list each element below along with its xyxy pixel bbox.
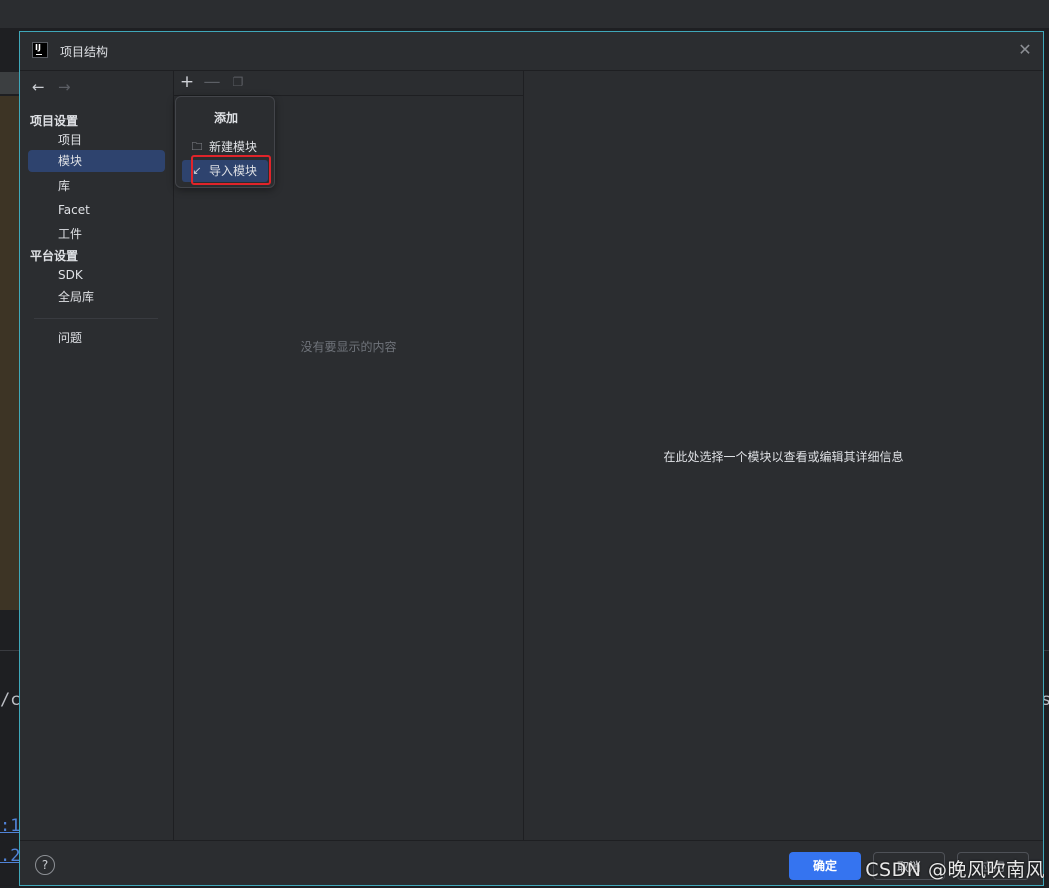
watermark: CSDN @晚风吹南风: [865, 859, 1045, 881]
nav-arrows: ← →: [32, 78, 84, 98]
detail-placeholder-text: 在此处选择一个模块以查看或编辑其详细信息: [663, 450, 904, 464]
minus-icon[interactable]: —: [202, 72, 222, 92]
popup-title: 添加: [213, 111, 238, 125]
ide-link-fragment-2[interactable]: .2: [0, 846, 20, 866]
highlight-annotation-box: [191, 155, 271, 185]
help-icon[interactable]: ?: [35, 855, 55, 875]
sidebar-item-libraries[interactable]: 库: [28, 175, 165, 197]
intellij-app-icon: IJ: [32, 42, 48, 58]
sidebar-separator: [34, 318, 158, 319]
ok-button[interactable]: 确定: [789, 852, 861, 880]
plus-icon[interactable]: +: [177, 72, 197, 92]
close-icon[interactable]: ✕: [1015, 40, 1035, 60]
platform-settings-header: 平台设置: [30, 249, 79, 263]
empty-list-text: 没有要显示的内容: [300, 340, 397, 354]
copy-icon[interactable]: ❐: [228, 72, 248, 92]
ide-left-strip: [0, 72, 20, 94]
back-arrow-icon[interactable]: ←: [32, 78, 52, 96]
sidebar-item-sdk[interactable]: SDK: [28, 264, 165, 286]
project-structure-dialog: IJ 项目结构 ✕ ← → 项目设置 项目 模块 库 Facet 工件 平台设置 …: [19, 31, 1044, 886]
sidebar-item-global-libraries[interactable]: 全局库: [28, 286, 165, 308]
ide-code-fragment: /c: [0, 690, 21, 710]
ide-editor-background: [0, 96, 20, 610]
dialog-title: 项目结构: [60, 45, 109, 59]
project-settings-header: 项目设置: [30, 114, 79, 128]
ide-top-bar: [0, 0, 1049, 29]
settings-sidebar: ← → 项目设置 项目 模块 库 Facet 工件 平台设置 SDK 全局库 问题: [20, 70, 174, 840]
ide-link-fragment-1[interactable]: :1: [0, 816, 20, 836]
sidebar-item-artifacts[interactable]: 工件: [28, 223, 165, 245]
sidebar-item-problems[interactable]: 问题: [28, 327, 165, 349]
forward-arrow-icon[interactable]: →: [58, 78, 78, 96]
sidebar-item-project[interactable]: 项目: [28, 129, 165, 151]
dialog-titlebar: IJ 项目结构 ✕: [20, 32, 1043, 71]
sidebar-item-facets[interactable]: Facet: [28, 199, 165, 221]
sidebar-item-modules[interactable]: 模块: [28, 150, 165, 172]
module-detail-panel: 在此处选择一个模块以查看或编辑其详细信息: [524, 70, 1043, 840]
module-toolbar: + — ❐: [174, 70, 523, 96]
